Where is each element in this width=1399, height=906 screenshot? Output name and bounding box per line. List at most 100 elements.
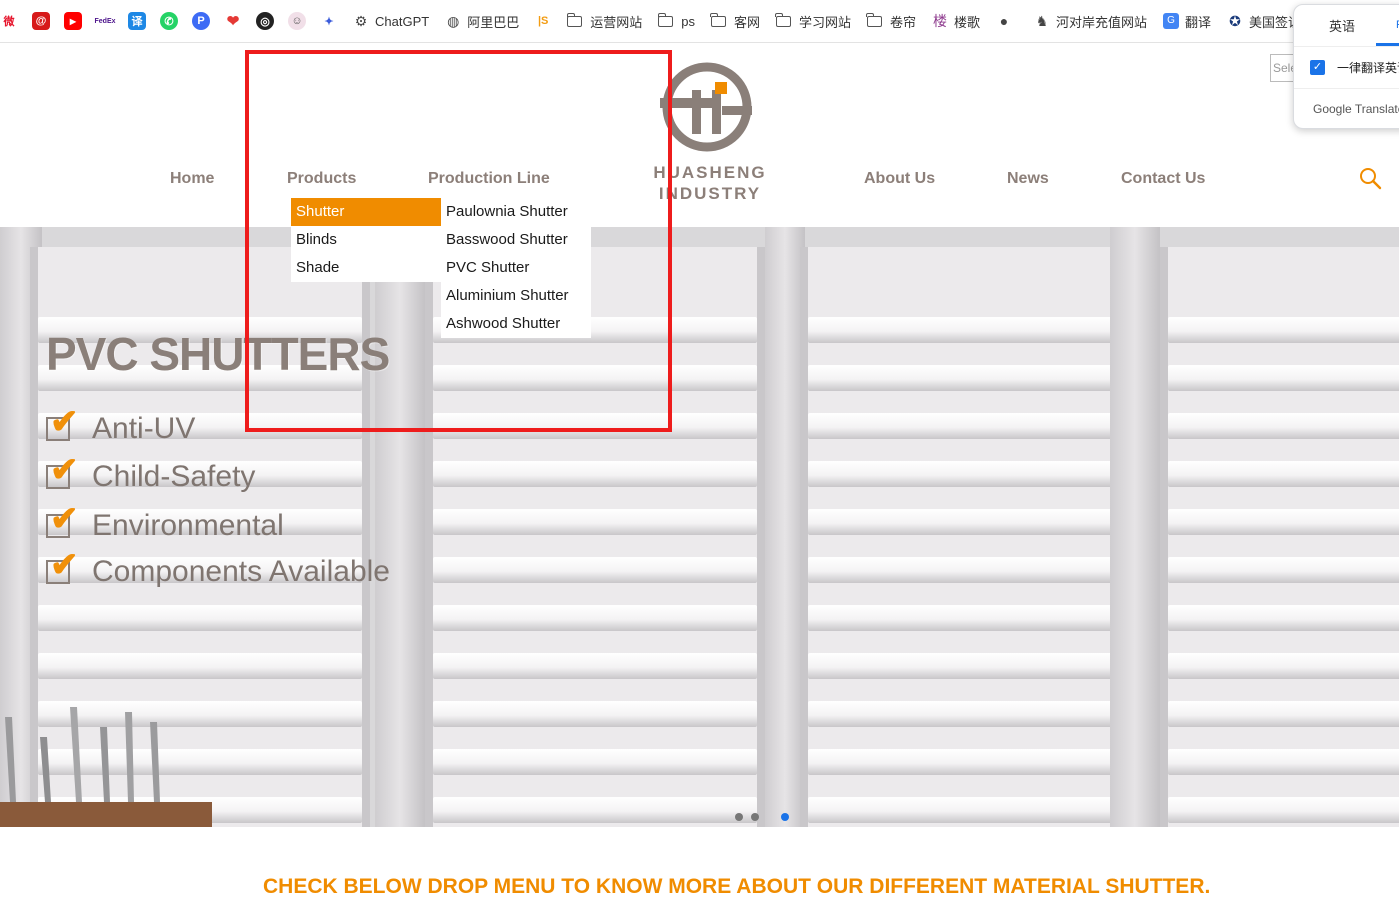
bookmark-folder-ps[interactable]: ps <box>657 12 695 29</box>
feature-item: ✔ Environmental <box>46 502 284 543</box>
bookmark-globe[interactable]: ● <box>996 13 1018 29</box>
shutter-louver <box>808 797 1112 823</box>
weibo-icon[interactable]: 微 <box>0 12 18 30</box>
shutter-louver <box>1168 653 1399 679</box>
bookmark-louge[interactable]: 楼楼歌 <box>932 12 980 31</box>
colorful-site-icon[interactable]: |S <box>534 12 553 30</box>
tab-source-language[interactable]: 英语 <box>1329 16 1355 35</box>
translate-site-icon[interactable]: 译 <box>128 12 146 30</box>
site-icon: ♞ <box>1035 13 1049 29</box>
always-translate-row[interactable]: ✓ 一律翻译英语 <box>1294 47 1399 89</box>
bookmark-folder-clients[interactable]: 客网 <box>710 12 760 31</box>
app-icon[interactable]: P <box>192 12 210 30</box>
site-icon: 楼 <box>933 13 947 29</box>
folder-icon <box>710 12 726 27</box>
shutter-panel <box>1160 247 1399 827</box>
bookmark-label: 运营网站 <box>590 14 643 30</box>
feature-label: Child-Safety <box>92 460 256 493</box>
shutter-louver <box>433 461 757 487</box>
chatgpt-icon: ⚙ <box>354 13 368 29</box>
slider-dot[interactable] <box>751 813 759 821</box>
logo-mark-icon <box>660 62 752 152</box>
bookmark-folder-blinds[interactable]: 卷帘 <box>866 12 916 31</box>
shutter-louver <box>1168 797 1399 823</box>
nav-about-us[interactable]: About Us <box>864 170 935 188</box>
nav-home[interactable]: Home <box>170 170 214 188</box>
checkmark-icon: ✔ <box>46 548 79 584</box>
heart-icon[interactable]: ❤ <box>224 12 242 30</box>
checkmark-icon: ✔ <box>46 405 79 441</box>
shutter-louver <box>808 317 1112 343</box>
bookmark-label: ps <box>681 13 695 29</box>
shutter-louver <box>433 797 757 823</box>
bookmark-label: ChatGPT <box>375 13 430 29</box>
feature-label: Environmental <box>92 509 284 542</box>
shutter-louver <box>808 605 1112 631</box>
bookmark-folder-study[interactable]: 学习网站 <box>775 12 851 31</box>
avatar-icon[interactable]: ☺ <box>288 12 306 30</box>
shutter-louver <box>808 749 1112 775</box>
shutter-louver <box>1168 605 1399 631</box>
shutter-louver <box>433 749 757 775</box>
shutter-louver <box>808 509 1112 535</box>
translate-tabs: 英语 P <box>1294 5 1399 47</box>
feature-item: ✔ Components Available <box>46 548 390 589</box>
shutter-louver <box>433 653 757 679</box>
youtube-icon[interactable]: ▶ <box>64 12 82 30</box>
shutter-louver <box>433 701 757 727</box>
shutter-louver <box>38 653 362 679</box>
bookmark-translate[interactable]: G 翻译 <box>1163 12 1211 31</box>
bookmark-visa[interactable]: ✪ 美国签证 <box>1227 12 1301 31</box>
google-translate-footer: Google Translate <box>1313 102 1399 116</box>
circle-icon[interactable]: ◎ <box>256 12 274 30</box>
always-translate-label: 一律翻译英语 <box>1337 61 1399 75</box>
shutter-louver <box>1168 701 1399 727</box>
slider-dot-active[interactable] <box>781 813 789 821</box>
shutter-louver <box>1168 413 1399 439</box>
shutter-louver <box>808 701 1112 727</box>
shutter-louver <box>808 461 1112 487</box>
shutter-louver <box>808 653 1112 679</box>
checkmark-icon: ✔ <box>46 502 79 538</box>
bookmark-label: 客网 <box>733 14 760 30</box>
globe-icon: ● <box>999 13 1009 29</box>
folder-icon <box>657 12 674 27</box>
hero-banner: PVC SHUTTERS ✔ Anti-UV ✔ Child-Safety ✔ … <box>0 227 1399 827</box>
bookmark-label: 翻译 <box>1185 14 1212 30</box>
nav-contact-us[interactable]: Contact Us <box>1121 170 1205 188</box>
shutter-louver <box>1168 557 1399 583</box>
bookmark-alibaba[interactable]: ◍ 阿里巴巴 <box>445 12 519 31</box>
shutter-louver <box>808 557 1112 583</box>
bookmark-label: 阿里巴巴 <box>467 14 520 30</box>
whatsapp-icon[interactable]: ✆ <box>160 12 178 30</box>
shutter-louver <box>808 413 1112 439</box>
translate-icon: G <box>1163 13 1180 29</box>
bookmark-label: 楼歌 <box>954 14 981 30</box>
shutter-louver <box>1168 749 1399 775</box>
feature-item: ✔ Anti-UV <box>46 405 196 446</box>
checkbox-checked-icon[interactable]: ✓ <box>1310 60 1325 75</box>
search-icon[interactable] <box>1358 166 1382 190</box>
bookmark-recharge[interactable]: ♞ 河对岸充值网站 <box>1034 12 1147 31</box>
fedex-icon[interactable]: FedEx <box>95 12 116 30</box>
shutter-louver <box>433 509 757 535</box>
bookmark-folder-ops[interactable]: 运营网站 <box>566 12 643 31</box>
feature-item: ✔ Child-Safety <box>46 453 256 494</box>
bookmark-label: 学习网站 <box>798 14 851 30</box>
translate-popup: 英语 P ✓ 一律翻译英语 Google Translate <box>1293 4 1399 129</box>
shutter-louver <box>433 557 757 583</box>
nav-news[interactable]: News <box>1007 170 1049 188</box>
shutter-louver <box>1168 365 1399 391</box>
bookmark-chatgpt[interactable]: ⚙ ChatGPT <box>353 13 429 29</box>
slider-dot[interactable] <box>735 813 743 821</box>
folder-icon <box>775 12 791 27</box>
seal-icon: ✪ <box>1229 13 1241 29</box>
shutter-louver <box>1168 317 1399 343</box>
feature-label: Anti-UV <box>92 412 196 445</box>
slider-dots <box>735 813 815 823</box>
globe-icon: ◍ <box>447 13 460 29</box>
bird-icon[interactable]: ✦ <box>320 12 338 30</box>
mail-icon[interactable]: @ <box>32 12 50 30</box>
highlight-box <box>245 50 672 432</box>
page: 微 @ ▶ FedEx 译 ✆ P ❤ ◎ ☺ ✦ ⚙ ChatGPT ◍ 阿里巴巴… <box>0 0 1399 906</box>
